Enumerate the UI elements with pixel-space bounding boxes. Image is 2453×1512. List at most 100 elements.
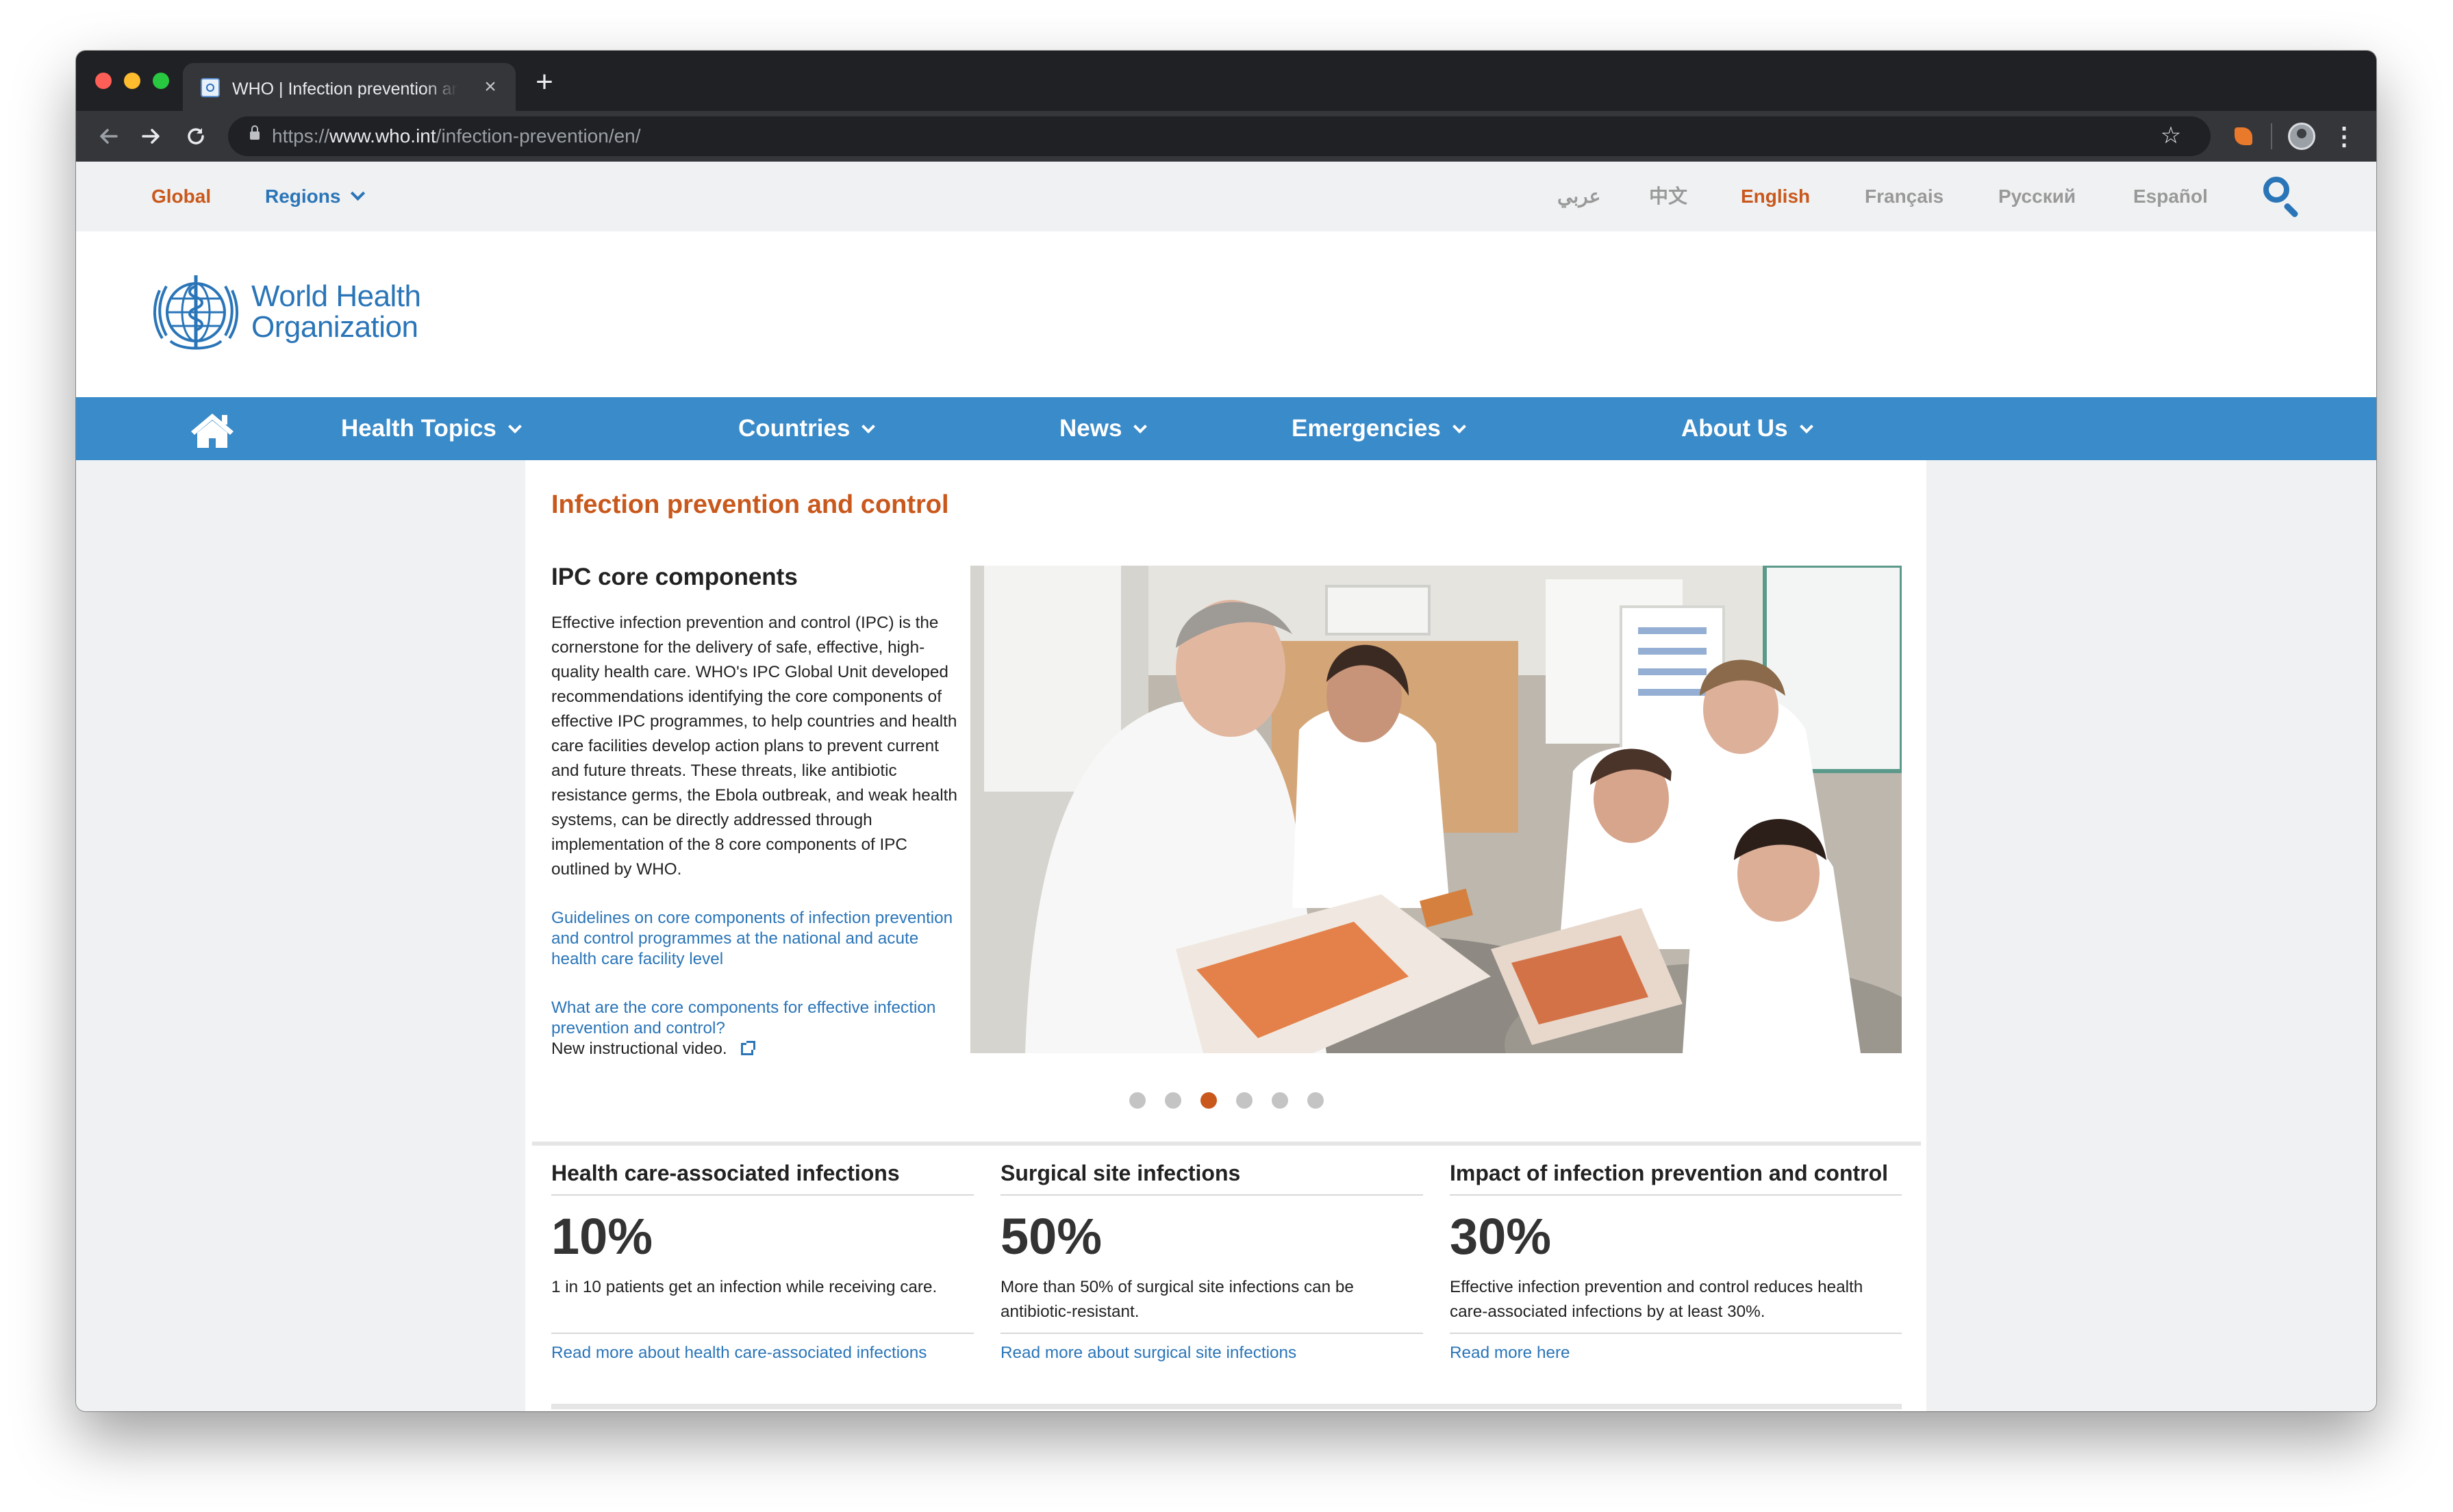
stat-value: 10% [551,1208,653,1265]
stat-title: Health care-associated infections [551,1159,974,1196]
stat-title: Surgical site infections [1001,1159,1423,1196]
slide-body: Effective infection prevention and contr… [551,614,957,879]
nav-about-us-label: About Us [1681,415,1788,442]
tab-title: WHO | Infection prevention and control [232,79,458,99]
reload-button[interactable] [179,119,213,153]
stat-card: Health care-associated infections 10% 1 … [551,1159,974,1385]
stat-description: Effective infection prevention and contr… [1450,1278,1863,1321]
reload-icon [188,128,204,144]
url-scheme: https:// [272,125,330,147]
nav-about-us[interactable]: About Us [1681,415,1813,442]
bookmark-star-icon[interactable]: ☆ [2156,121,2186,151]
lang-english[interactable]: English [1741,185,1810,208]
carousel-dot[interactable] [1165,1092,1181,1109]
nav-news-label: News [1059,415,1122,442]
nav-health-topics-label: Health Topics [341,415,496,442]
nav-countries-label: Countries [738,415,851,442]
video-note-text: New instructional video. [551,1040,727,1058]
carousel-dot[interactable] [1307,1092,1324,1109]
stat-description: More than 50% of surgical site infection… [1001,1278,1354,1321]
chevron-down-icon [1799,420,1813,433]
logo-line-1: World Health [251,279,421,313]
carousel-dot[interactable] [1129,1092,1146,1109]
search-icon[interactable] [2262,175,2303,216]
logo-line-2: Organization [251,310,418,344]
nav-countries[interactable]: Countries [738,415,876,442]
chevron-down-icon [1133,420,1148,433]
language-bar: Global Regions عربي 中文 English Français … [76,162,2376,231]
arrow-left-icon [100,129,118,144]
chevron-down-icon [1452,420,1466,433]
stat-card: Surgical site infections 50% More than 5… [1001,1159,1423,1385]
stat-title: Impact of infection prevention and contr… [1450,1159,1902,1196]
who-logo[interactable]: World Health Organization [150,273,438,362]
stat-rule [1450,1333,1902,1334]
chevron-down-icon [351,186,366,201]
browser-tab[interactable]: WHO | Infection prevention and control × [183,63,516,111]
address-bar[interactable]: https://www.who.int/infection-prevention… [228,116,2211,156]
stat-value: 30% [1450,1208,1552,1265]
minimize-window-button[interactable] [124,73,140,89]
browser-toolbar: https://www.who.int/infection-prevention… [76,111,2376,162]
tab-strip: WHO | Infection prevention and control ×… [76,51,2376,111]
regions-dropdown[interactable]: Regions [265,185,366,208]
tab-close-icon[interactable]: × [479,75,502,99]
stat-read-more-link[interactable]: Read more here [1450,1342,1570,1364]
kebab-menu-icon[interactable]: ⋮ [2330,119,2358,153]
carousel-dot[interactable] [1236,1092,1253,1109]
maximize-window-button[interactable] [153,73,169,89]
stat-rule [1001,1333,1423,1334]
lang-spanish[interactable]: Español [2133,185,2208,208]
stat-rule [551,1333,974,1334]
nav-news[interactable]: News [1059,415,1148,442]
forward-button[interactable] [134,119,168,153]
stat-value: 50% [1001,1208,1103,1265]
home-icon[interactable] [188,411,236,449]
nav-emergencies[interactable]: Emergencies [1292,415,1466,442]
web-page: Global Regions عربي 中文 English Français … [76,162,2376,1411]
arrow-right-icon [142,129,160,144]
lock-icon[interactable] [250,125,260,140]
video-note: New instructional video. [551,1039,755,1059]
site-header: World Health Organization [76,231,2376,397]
external-link-icon[interactable] [740,1041,755,1055]
url-text[interactable]: https://www.who.int/infection-prevention… [272,125,641,148]
lang-arabic[interactable]: عربي [1557,185,1600,208]
lang-french[interactable]: Français [1865,185,1943,208]
new-tab-button[interactable]: + [529,67,559,97]
url-path: /infection-prevention/en/ [436,125,641,147]
nav-health-topics[interactable]: Health Topics [341,415,522,442]
url-host: www.who.int [329,125,436,147]
stat-description: 1 in 10 patients get an infection while … [551,1278,938,1296]
stat-card: Impact of infection prevention and contr… [1450,1159,1902,1385]
lang-russian[interactable]: Русский [1998,185,2076,208]
guidelines-link[interactable]: Guidelines on core components of infecti… [551,908,962,970]
browser-window: WHO | Infection prevention and control ×… [76,51,2376,1411]
stat-read-more-link[interactable]: Read more about surgical site infections [1001,1342,1296,1364]
extension-icon[interactable] [2235,127,2252,145]
core-components-video-link[interactable]: What are the core components for effecti… [551,998,962,1039]
toolbar-separator [2271,123,2272,149]
close-window-button[interactable] [95,73,112,89]
main-navigation: Health Topics Countries News Emergencies… [76,397,2376,460]
chevron-down-icon [507,420,522,433]
stat-read-more-link[interactable]: Read more about health care-associated i… [551,1342,927,1364]
regions-label: Regions [265,186,341,207]
back-button[interactable] [91,119,125,153]
section-divider [532,1142,1921,1146]
profile-avatar[interactable] [2288,123,2315,150]
carousel-photo[interactable] [970,566,1902,1053]
chevron-down-icon [861,420,876,433]
carousel-dot[interactable] [1272,1092,1288,1109]
nav-emergencies-label: Emergencies [1292,415,1441,442]
main-content: Infection prevention and control IPC cor… [525,460,1926,1411]
page-title: Infection prevention and control [551,490,949,519]
slide-heading: IPC core components [551,564,798,590]
global-link[interactable]: Global [151,185,211,208]
who-emblem-icon [153,275,239,350]
logo-wordmark: World Health Organization [251,281,421,342]
lang-chinese[interactable]: 中文 [1649,185,1687,208]
who-favicon-icon [201,78,220,97]
carousel-dot-active[interactable] [1200,1092,1217,1109]
section-divider [551,1404,1902,1409]
